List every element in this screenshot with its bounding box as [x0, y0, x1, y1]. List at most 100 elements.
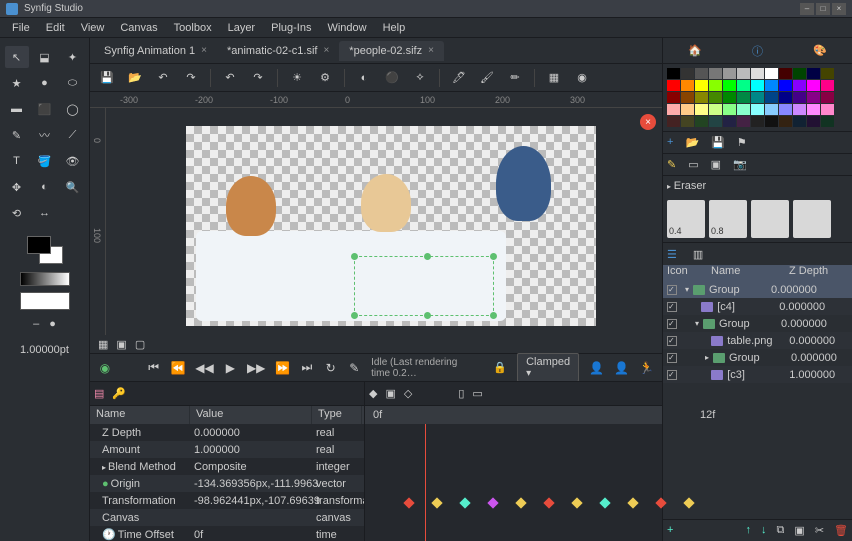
maximize-button[interactable]: □: [816, 3, 830, 15]
toolbar-btn-15[interactable]: 🖊: [448, 67, 470, 89]
palette-color[interactable]: [793, 104, 806, 115]
color-swatches[interactable]: [27, 236, 63, 264]
visibility-checkbox[interactable]: [667, 285, 677, 295]
timeline-tracks[interactable]: [365, 424, 662, 541]
palette-add-icon[interactable]: +: [667, 136, 673, 149]
palette-color[interactable]: [737, 92, 750, 103]
param-row[interactable]: 🕐Time Offset0ftime: [90, 526, 364, 541]
tool-15[interactable]: ✥: [5, 176, 29, 198]
keyframe[interactable]: [515, 497, 526, 508]
palette-color[interactable]: [765, 80, 778, 91]
tool-11[interactable]: ⟋: [61, 124, 85, 146]
onion-next-button[interactable]: 👤: [614, 359, 629, 377]
tool-8[interactable]: ◯: [61, 98, 85, 120]
brush-preset-0[interactable]: 0.4: [667, 200, 705, 238]
tool-19[interactable]: ↔: [33, 202, 57, 224]
goto-end-button[interactable]: ⏭: [300, 359, 314, 377]
toolbar-btn-11[interactable]: ◐: [353, 67, 375, 89]
brush-tab-3-icon[interactable]: ▣: [711, 158, 721, 171]
param-row[interactable]: Transformation-98.962441px,-107.69639tra…: [90, 492, 364, 509]
onion-prev-button[interactable]: 👤: [589, 359, 604, 377]
toolbar-btn-9[interactable]: ⚙: [314, 67, 336, 89]
rp-tab-home-icon[interactable]: 🏠: [688, 44, 702, 57]
palette-color[interactable]: [695, 80, 708, 91]
handle-ne[interactable]: [490, 253, 497, 260]
rp-tab-info-icon[interactable]: ⓘ: [752, 43, 763, 59]
layer-row[interactable]: [c4]0.000000: [663, 298, 852, 315]
tool-3[interactable]: ★: [5, 72, 29, 94]
handle-nw[interactable]: [351, 253, 358, 260]
palette-color[interactable]: [807, 116, 820, 127]
tt-btn-5[interactable]: ▭: [472, 387, 482, 400]
palette-color[interactable]: [667, 68, 680, 79]
palette-color[interactable]: [709, 68, 722, 79]
tool-13[interactable]: 🪣: [33, 150, 57, 172]
visibility-checkbox[interactable]: [667, 319, 677, 329]
handle-se[interactable]: [490, 312, 497, 319]
palette-color[interactable]: [667, 92, 680, 103]
handle-sw[interactable]: [351, 312, 358, 319]
visibility-checkbox[interactable]: [667, 302, 677, 312]
palette-color[interactable]: [723, 92, 736, 103]
palette-color[interactable]: [737, 116, 750, 127]
palette-color[interactable]: [737, 68, 750, 79]
palette-color[interactable]: [779, 80, 792, 91]
menu-window[interactable]: Window: [319, 20, 374, 36]
rp-tab-palette-icon[interactable]: 🎨: [813, 44, 827, 57]
gradient-swatch[interactable]: [20, 272, 70, 286]
tab-close-icon[interactable]: ×: [428, 45, 434, 56]
keyframe[interactable]: [487, 497, 498, 508]
doc-tab-2[interactable]: *people-02.sifz×: [339, 41, 444, 61]
palette-color[interactable]: [681, 116, 694, 127]
tool-7[interactable]: ⬛: [33, 98, 57, 120]
keyframe[interactable]: [431, 497, 442, 508]
menu-canvas[interactable]: Canvas: [112, 20, 165, 36]
play-button[interactable]: ▶: [224, 359, 238, 377]
menu-help[interactable]: Help: [375, 20, 414, 36]
goto-start-button[interactable]: ⏮: [147, 359, 161, 377]
brush-preset-3[interactable]: [793, 200, 831, 238]
tool-17[interactable]: 🔍: [61, 176, 85, 198]
palette-color[interactable]: [807, 104, 820, 115]
palette-color[interactable]: [695, 92, 708, 103]
palette-color[interactable]: [723, 104, 736, 115]
keyframe[interactable]: [599, 497, 610, 508]
record-button[interactable]: ◉: [98, 359, 112, 377]
palette-color[interactable]: [793, 92, 806, 103]
palette-color[interactable]: [709, 104, 722, 115]
next-keyframe-button[interactable]: ⏩: [275, 359, 290, 377]
palette-color[interactable]: [723, 80, 736, 91]
tool-9[interactable]: ✎: [5, 124, 29, 146]
layers-tab-icon[interactable]: ☰: [667, 248, 677, 261]
keyframe[interactable]: [627, 497, 638, 508]
brush-preset-2[interactable]: [751, 200, 789, 238]
brush-tab-1-icon[interactable]: ✎: [667, 158, 676, 171]
bounds-button[interactable]: ✎: [347, 359, 361, 377]
toolbar-btn-0[interactable]: 💾: [96, 67, 118, 89]
doc-tab-0[interactable]: Synfig Animation 1×: [94, 41, 217, 61]
layer-row[interactable]: ▾Group0.000000: [663, 315, 852, 332]
palette-color[interactable]: [765, 104, 778, 115]
doc-tab-1[interactable]: *animatic-02-c1.sif×: [217, 41, 339, 61]
tool-1[interactable]: ⬓: [33, 46, 57, 68]
palette-color[interactable]: [779, 68, 792, 79]
tab-close-icon[interactable]: ×: [323, 45, 329, 56]
tool-5[interactable]: ⬭: [61, 72, 85, 94]
toolbar-btn-17[interactable]: ✏: [504, 67, 526, 89]
palette-color[interactable]: [793, 68, 806, 79]
palette-color[interactable]: [751, 104, 764, 115]
handle-s[interactable]: [424, 312, 431, 319]
layer-row[interactable]: [c3]1.000000: [663, 366, 852, 383]
palette-color[interactable]: [709, 92, 722, 103]
palette-color[interactable]: [695, 68, 708, 79]
palette-color[interactable]: [681, 80, 694, 91]
loop-button[interactable]: ↻: [324, 359, 338, 377]
palette-default-icon[interactable]: ⚑: [737, 136, 747, 149]
palette-color[interactable]: [667, 116, 680, 127]
canvas-viewport[interactable]: ×: [106, 108, 662, 335]
palette-color[interactable]: [667, 104, 680, 115]
param-row[interactable]: Z Depth0.000000real: [90, 424, 364, 441]
toolbar-btn-12[interactable]: ⚫: [381, 67, 403, 89]
layer-up-icon[interactable]: ↑: [746, 524, 752, 537]
tool-4[interactable]: ●: [33, 72, 57, 94]
